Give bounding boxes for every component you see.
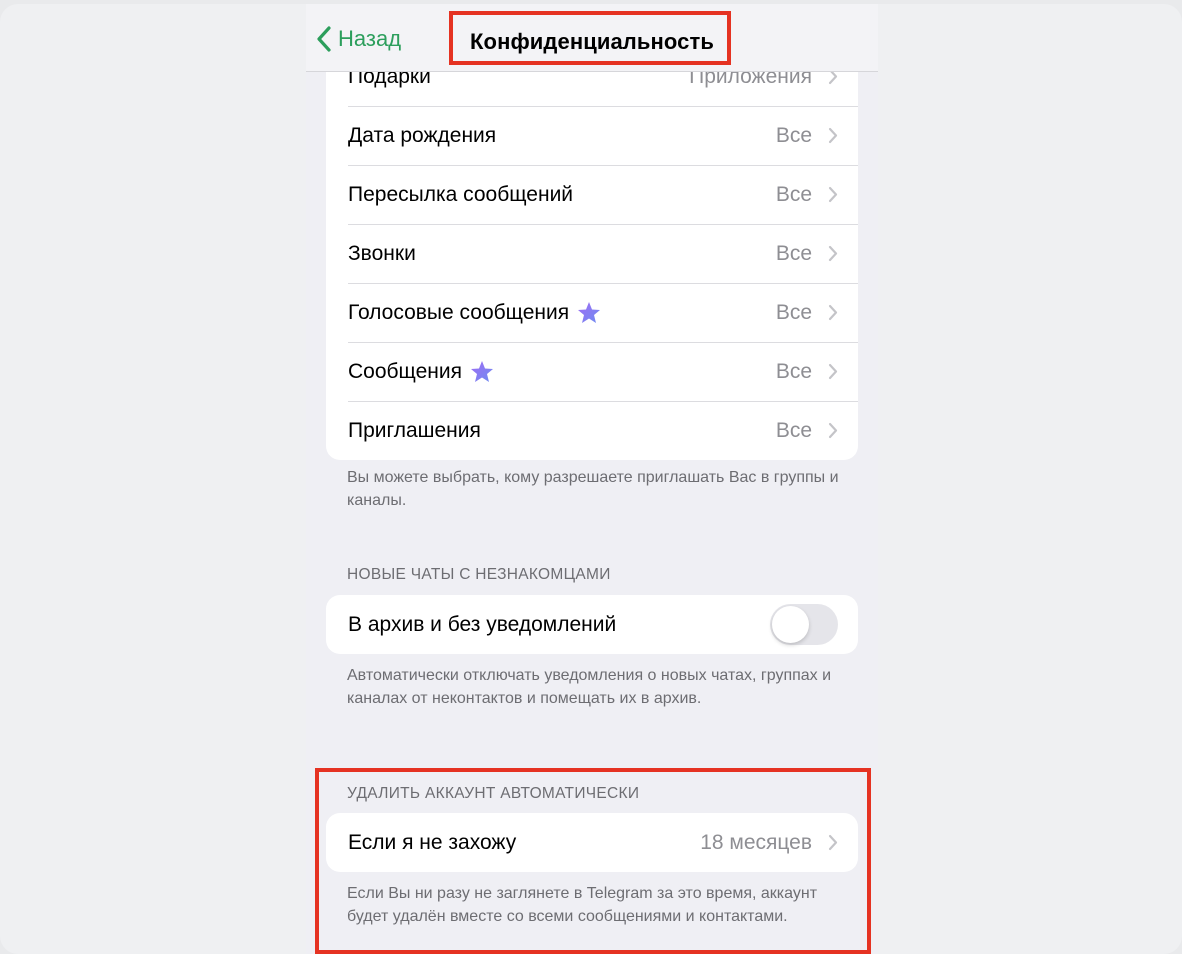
privacy-row-label: Звонки (348, 241, 416, 265)
privacy-row-value: Все (775, 182, 812, 206)
privacy-row-label: Дата рождения (348, 123, 497, 147)
chevron-right-icon (828, 186, 838, 203)
privacy-row-label: Сообщения (348, 360, 494, 384)
chevron-right-icon (828, 422, 838, 439)
back-button[interactable]: Назад (316, 26, 401, 52)
privacy-row-messages[interactable]: Сообщения Все (326, 342, 858, 401)
toggle-knob (772, 606, 809, 643)
chevron-left-icon (317, 26, 331, 52)
privacy-row-value: Все (775, 123, 812, 147)
chevron-right-icon (828, 127, 838, 144)
archive-mute-label: В архив и без уведомлений (348, 612, 617, 636)
new-chats-footnote: Автоматически отключать уведомления о но… (347, 667, 832, 707)
privacy-row-calls[interactable]: Звонки Все (326, 224, 858, 283)
privacy-row-value: Все (775, 300, 812, 324)
privacy-row-label: Голосовые сообщения (348, 301, 601, 325)
privacy-row-value: Все (775, 418, 812, 442)
new-chats-group: В архив и без уведомлений (326, 595, 858, 654)
delete-account-highlight-box (315, 768, 871, 954)
chevron-right-icon (828, 363, 838, 380)
premium-star-icon (578, 302, 601, 323)
privacy-row-label: Пересылка сообщений (348, 182, 574, 206)
privacy-row-label-text: Голосовые сообщения (348, 300, 570, 324)
privacy-items-group: Подарки Приложения Дата рождения Все Пер… (326, 47, 858, 460)
premium-star-icon (470, 361, 493, 382)
archive-mute-row: В архив и без уведомлений (326, 595, 858, 654)
privacy-row-value: Все (775, 241, 812, 265)
chevron-right-icon (828, 245, 838, 262)
privacy-row-birthday[interactable]: Дата рождения Все (326, 106, 858, 165)
back-label: Назад (338, 26, 402, 51)
privacy-row-value: Все (775, 359, 812, 383)
chevron-right-icon (828, 304, 838, 321)
privacy-row-invites[interactable]: Приглашения Все (326, 401, 858, 460)
privacy-row-forwarding[interactable]: Пересылка сообщений Все (326, 165, 858, 224)
privacy-row-voice-messages[interactable]: Голосовые сообщения Все (326, 283, 858, 342)
title-highlight-box (449, 11, 731, 65)
invites-footnote: Вы можете выбрать, кому разрешаете пригл… (347, 469, 839, 509)
archive-mute-toggle[interactable] (770, 604, 838, 645)
new-chats-section-header: НОВЫЕ ЧАТЫ С НЕЗНАКОМЦАМИ (347, 566, 611, 583)
privacy-row-label-text: Сообщения (348, 359, 462, 383)
privacy-row-label: Приглашения (348, 418, 481, 442)
